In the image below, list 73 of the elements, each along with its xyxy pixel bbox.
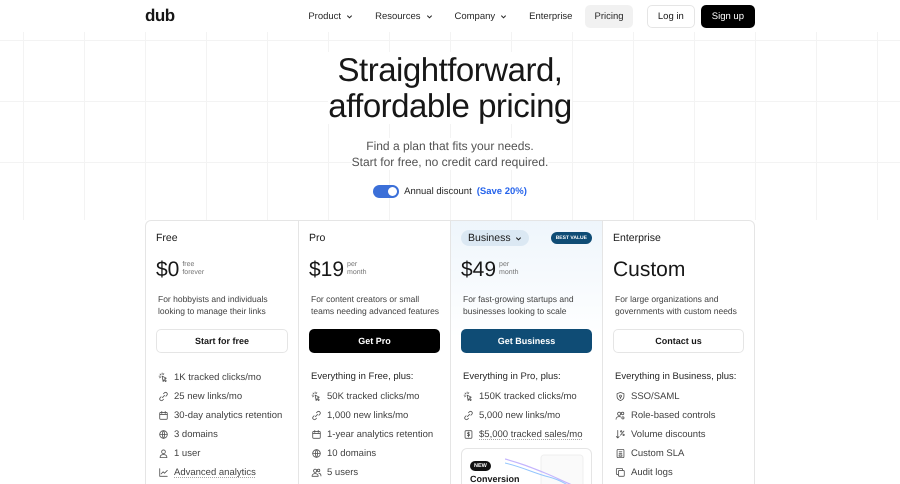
feature-text: 25 new links/mo [174,390,242,402]
users-icon [615,410,626,420]
plan-name: Pro [309,232,326,244]
percent-icon [615,428,626,440]
plan-button[interactable]: Get Business [461,329,592,353]
cursor-click-icon [463,390,474,402]
cursor-click-icon [158,372,169,382]
feature-text: Custom SLA [631,448,684,458]
nav-link[interactable]: Pricing [585,4,633,28]
plan-description: For content creators or small teams needing advanced features [310,293,440,318]
feature-text: 1K tracked clicks/mo [174,372,262,382]
chevron-down-icon [346,12,354,20]
users-icon [311,466,322,478]
features-heading: Everything in Business, plus: [614,371,738,382]
signup-button[interactable]: Sign up [700,4,755,28]
copy-icon [615,466,626,478]
feature-text: Role-based controls [631,410,716,420]
feature-text: $5,000 tracked sales/mo [479,428,583,440]
plan-name: Enterprise [613,232,661,244]
chevron-down-icon [426,12,432,20]
feature-text: 3 domains [174,428,218,440]
features-heading: Everything in Pro, plus: [462,371,562,382]
link-icon [463,410,474,420]
globe-icon [311,448,322,458]
feature-text: 30-day analytics retention [174,410,282,420]
cursor-click-icon [311,390,322,402]
plan-price: Custom [613,259,686,281]
toggle-label: Annual discount [404,186,472,197]
plan-description: For fast-growing startups and businesses looking to scale [462,293,575,318]
feature-text: 150K tracked clicks/mo [479,390,577,402]
discount-label: (Save 20%) [476,186,527,197]
calendar-icon [158,410,169,420]
plan-price: $49 [461,259,496,281]
feature-text: 1,000 new links/mo [327,410,408,420]
dollar-icon [463,428,474,440]
feature-text: 5,000 new links/mo [479,410,560,420]
line-chart-icon [158,466,169,478]
page-subtitle: Find a plan that fits your needs. Start for free, no credit card required. [352,138,548,170]
chevron-down-icon [500,12,508,20]
features-heading: Everything in Free, plus: [310,371,414,382]
calendar-icon [311,428,322,440]
nav-link[interactable]: Enterprise [520,4,582,28]
toggle-switch[interactable] [373,185,400,198]
nav-link[interactable]: Company [446,4,516,28]
plan-description: For hobbyists and individuals looking to manage their links [157,293,269,318]
shield-icon [615,390,626,402]
feature-text: 10 domains [327,448,376,458]
feature-text: 1-year analytics retention [327,428,434,440]
feature-text: Advanced analytics [174,466,256,478]
plan-button[interactable]: Get Pro [309,329,440,353]
link-icon [158,390,169,402]
feature-text: 50K tracked clicks/mo [327,390,420,402]
plan-button[interactable]: Contact us [613,329,744,353]
plan-name: Free [156,232,178,244]
feature-text: Audit logs [631,466,673,478]
document-icon [615,448,626,458]
plan-description: For large organizations and governments with custom needs [614,293,738,318]
feature-text: 1 user [174,448,200,458]
nav-link[interactable]: Resources [366,4,442,28]
page-title: Straightforward, affordable pricing [328,52,572,124]
plan-selector[interactable]: Business [461,230,529,246]
chevron-down-icon [514,234,522,242]
feature-text: SSO/SAML [631,390,680,402]
promo-title: Conversion [470,474,521,484]
plan-price: $0 [156,259,180,281]
user-icon [158,448,169,458]
login-button[interactable]: Log in [646,4,695,28]
feature-text: Volume discounts [631,428,706,440]
plan-button[interactable]: Start for free [156,329,288,353]
plan-price: $19 [309,259,344,281]
feature-text: 5 users [327,466,358,478]
link-icon [311,410,322,420]
globe-icon [158,428,169,440]
